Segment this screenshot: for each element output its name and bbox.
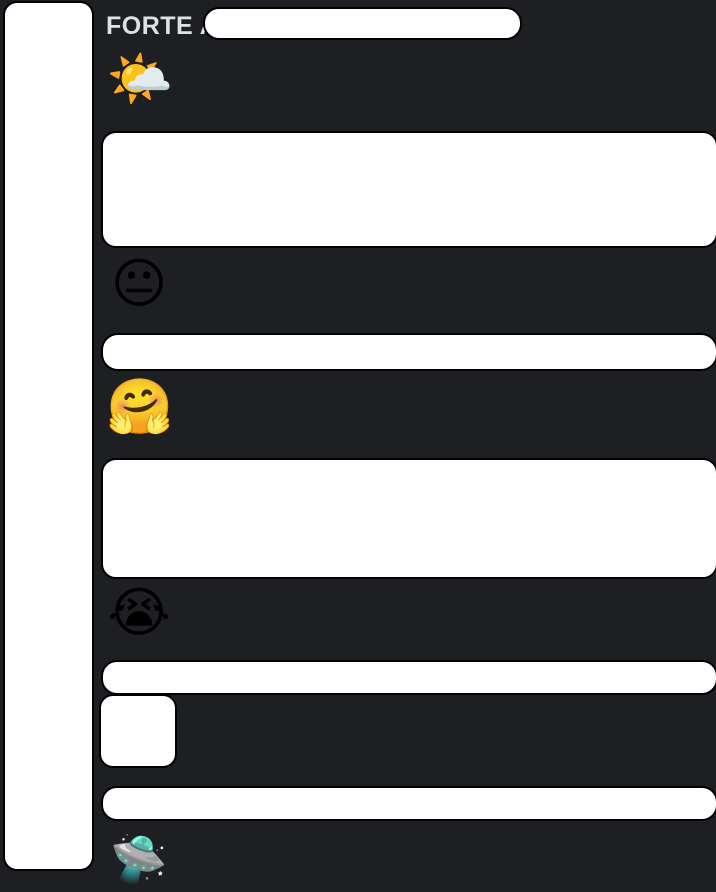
sidebar-redacted — [3, 1, 94, 871]
redacted-block-2 — [101, 333, 716, 371]
title-redacted — [203, 7, 522, 40]
redacted-tile — [99, 694, 177, 768]
redacted-block-4 — [101, 660, 716, 695]
redacted-block-1 — [101, 131, 716, 248]
flying-saucer-icon: 🛸 — [110, 832, 168, 886]
loudly-crying-face-icon: 😭 — [107, 581, 171, 644]
hugging-face-icon: 🤗 — [106, 375, 174, 438]
page-title: FORTE A — [106, 12, 219, 40]
redacted-block-5 — [101, 786, 716, 821]
neutral-face-icon: 😐 — [110, 252, 168, 315]
sun-behind-cloud-icon: 🌤️ — [106, 47, 174, 110]
redacted-block-3 — [101, 458, 716, 579]
